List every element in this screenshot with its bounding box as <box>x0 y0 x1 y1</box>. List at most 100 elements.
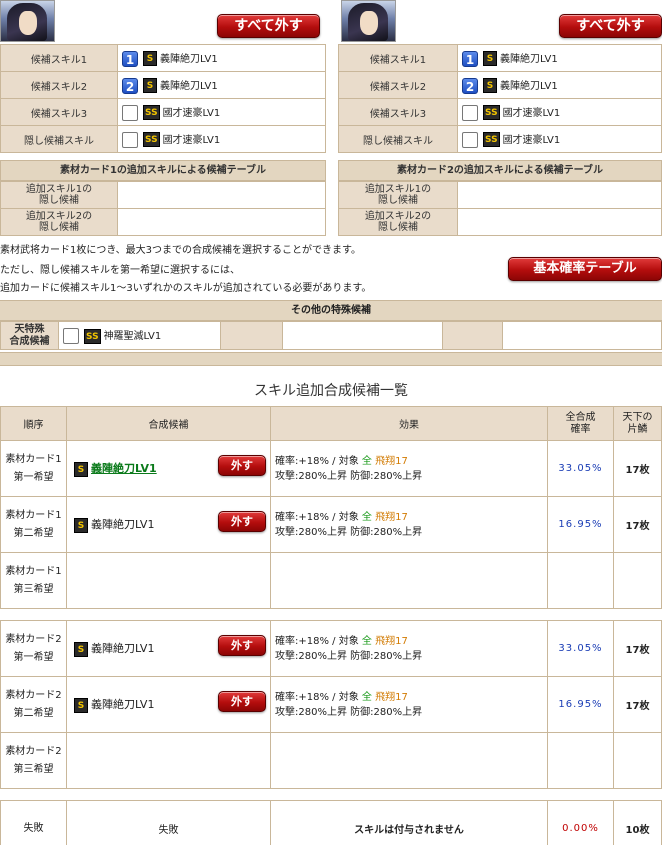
candidate-cell: S 義陣絶刀LV1 外す <box>66 620 271 677</box>
remove-button[interactable]: 外す <box>218 455 266 476</box>
tenka-cell <box>613 552 662 609</box>
candidate-list-title: スキル追加合成候補一覧 <box>254 383 408 399</box>
order-cell: 素材カード1 第三希望 <box>0 552 67 609</box>
skill-link[interactable]: 義陣絶刀LV1 <box>91 462 157 475</box>
rank-s-icon: S <box>483 78 497 93</box>
skill-name: 義陣絶刀LV1 <box>160 80 218 92</box>
special-empty-label <box>442 321 503 350</box>
special-empty-slot <box>502 321 662 350</box>
hidden-candidate-skill[interactable]: SS 國才速豪LV1 <box>457 125 662 153</box>
order-cell: 素材カード1 第二希望 <box>0 496 67 553</box>
rank-ss-icon: SS <box>483 132 500 147</box>
row-separator <box>0 788 662 801</box>
effect-cell: スキルは付与されません <box>270 800 548 845</box>
note-line-3: 追加カードに候補スキル1〜3いずれかのスキルが追加されている必要があります。 <box>0 283 372 294</box>
remove-all-button[interactable]: すべて外す <box>559 14 662 38</box>
skill-name: 義陣絶刀LV1 <box>91 698 155 712</box>
note-line-1: 素材武将カード1枚につき、最大3つまでの合成候補を選択することができます。 <box>0 245 362 256</box>
candidate-skill-table-2: 候補スキル1 1 S 義陣絶刀LV1 候補スキル2 2 S 義陣絶刀LV1 候補スキル3… <box>338 44 662 153</box>
candidate-skill-3[interactable]: SS 國才速豪LV1 <box>457 98 662 126</box>
header-order: 順序 <box>0 406 67 441</box>
order-cell: 素材カード2 第三希望 <box>0 732 67 789</box>
add-skill-1-label: 追加スキル1の 隠し候補 <box>0 181 118 209</box>
priority-1-icon[interactable]: 1 <box>122 50 138 67</box>
candidate-skill-1[interactable]: 1 S 義陣絶刀LV1 <box>117 44 326 72</box>
table-row: 素材カード1 第二希望 S 義陣絶刀LV1 外す 確率:+18% / 対象 全 飛翔… <box>0 496 662 553</box>
table-row: 素材カード2 第一希望 S 義陣絶刀LV1 外す 確率:+18% / 対象 全 飛翔… <box>0 620 662 677</box>
tenka-cell: 17枚 <box>613 440 662 497</box>
rank-s-icon: S <box>143 51 157 66</box>
remove-button[interactable]: 外す <box>218 635 266 656</box>
row-label: 隠し候補スキル <box>338 125 458 153</box>
rank-s-icon: S <box>74 517 88 533</box>
rate-cell: 16.95% <box>547 496 614 553</box>
priority-1-icon[interactable]: 1 <box>462 50 478 67</box>
select-checkbox[interactable] <box>122 104 138 121</box>
tenka-cell: 17枚 <box>613 620 662 677</box>
select-checkbox[interactable] <box>63 328 79 344</box>
candidate-cell: S 義陣絶刀LV1 外す <box>66 496 271 553</box>
rank-ss-icon: SS <box>483 105 500 120</box>
select-checkbox[interactable] <box>122 131 138 148</box>
rank-s-icon: S <box>143 78 157 93</box>
add-skill-2-slot[interactable] <box>457 208 662 236</box>
skill-name: 國才速豪LV1 <box>502 134 561 146</box>
skill-name: 義陣絶刀LV1 <box>160 53 218 65</box>
fail-row: 失敗 失敗 スキルは付与されません 0.00% 10枚 <box>0 800 662 845</box>
row-label: 候補スキル3 <box>338 98 458 126</box>
row-label: 候補スキル1 <box>0 44 118 72</box>
add-skill-1-label: 追加スキル1の 隠し候補 <box>338 181 458 209</box>
priority-2-icon[interactable]: 2 <box>122 77 138 94</box>
effect-cell: 確率:+18% / 対象 全 飛翔17 攻撃:280%上昇 防御:280%上昇 <box>270 496 548 553</box>
candidate-skill-table-1: 候補スキル1 1 S 義陣絶刀LV1 候補スキル2 2 S 義陣絶刀LV1 候補スキル3… <box>0 44 326 153</box>
remove-button[interactable]: 外す <box>218 511 266 532</box>
row-label: 候補スキル3 <box>0 98 118 126</box>
order-cell: 素材カード1 第一希望 <box>0 440 67 497</box>
special-skill[interactable]: SS 神羅聖滅LV1 <box>58 321 221 350</box>
rank-s-icon: S <box>74 461 88 477</box>
effect-cell <box>270 552 548 609</box>
add-skill-table-1: 追加スキル1の 隠し候補 追加スキル2の 隠し候補 <box>0 181 326 236</box>
skill-name: 義陣絶刀LV1 <box>91 518 155 532</box>
add-skill-2-slot[interactable] <box>117 208 326 236</box>
priority-2-icon[interactable]: 2 <box>462 77 478 94</box>
table-row: 素材カード2 第三希望 <box>0 732 662 789</box>
special-candidate-table: 天特殊 合成候補 SS 神羅聖滅LV1 <box>0 321 662 350</box>
rate-cell: 0.00% <box>547 800 614 845</box>
rate-cell: 33.05% <box>547 440 614 497</box>
candidate-skill-2[interactable]: 2 S 義陣絶刀LV1 <box>457 71 662 99</box>
candidate-skill-1[interactable]: 1 S 義陣絶刀LV1 <box>457 44 662 72</box>
tenka-cell: 17枚 <box>613 676 662 733</box>
candidate-list-table: 順序 合成候補 効果 全合成 確率 天下の 片鱗 素材カード1 第一希望 S 義陣絶刀L… <box>0 406 662 845</box>
special-empty-label <box>220 321 283 350</box>
base-probability-table-button[interactable]: 基本確率テーブル <box>508 257 662 281</box>
skill-name: 國才速豪LV1 <box>162 134 221 146</box>
general-portrait <box>0 0 55 42</box>
candidate-cell: 失敗 <box>66 800 271 845</box>
add-skill-2-label: 追加スキル2の 隠し候補 <box>0 208 118 236</box>
add-skill-1-slot[interactable] <box>457 181 662 209</box>
candidate-cell <box>66 552 271 609</box>
row-label: 候補スキル2 <box>338 71 458 99</box>
header-candidate: 合成候補 <box>66 406 271 441</box>
remove-button[interactable]: 外す <box>218 691 266 712</box>
hidden-candidate-skill[interactable]: SS 國才速豪LV1 <box>117 125 326 153</box>
remove-all-button[interactable]: すべて外す <box>217 14 320 38</box>
note-line-2: ただし、隠し候補スキルを第一希望に選択するには、 <box>0 265 240 276</box>
candidate-cell: S 義陣絶刀LV1 外す <box>66 440 271 497</box>
general-portrait <box>341 0 396 42</box>
add-skill-2-label: 追加スキル2の 隠し候補 <box>338 208 458 236</box>
tenka-cell: 10枚 <box>613 800 662 845</box>
select-checkbox[interactable] <box>462 104 478 121</box>
candidate-skill-2[interactable]: 2 S 義陣絶刀LV1 <box>117 71 326 99</box>
header-effect: 効果 <box>270 406 548 441</box>
select-checkbox[interactable] <box>462 131 478 148</box>
rank-s-icon: S <box>74 697 88 713</box>
effect-cell: 確率:+18% / 対象 全 飛翔17 攻撃:280%上昇 防御:280%上昇 <box>270 620 548 677</box>
candidate-skill-3[interactable]: SS 國才速豪LV1 <box>117 98 326 126</box>
special-label: 天特殊 合成候補 <box>0 321 59 350</box>
effect-cell <box>270 732 548 789</box>
rank-ss-icon: SS <box>143 132 160 147</box>
table-row: 素材カード1 第一希望 S 義陣絶刀LV1 外す 確率:+18% / 対象 全 飛翔… <box>0 440 662 497</box>
add-skill-1-slot[interactable] <box>117 181 326 209</box>
